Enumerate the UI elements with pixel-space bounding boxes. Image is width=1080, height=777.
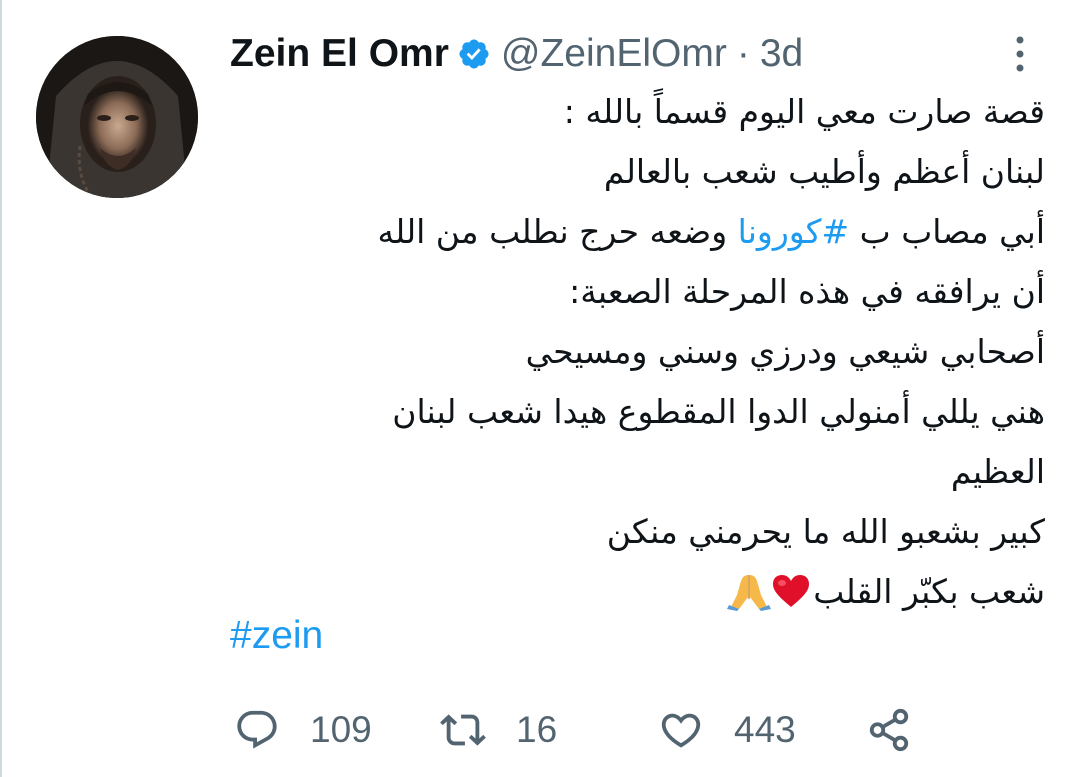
- tweet-line: قصة صارت معي اليوم قسماً بالله :: [563, 92, 1045, 131]
- avatar[interactable]: [36, 36, 198, 198]
- tweet-line: أبي مصاب ب #كورونا وضعه حرج نطلب من الله: [230, 202, 1045, 262]
- retweet-count: 16: [516, 709, 558, 750]
- retweet-button[interactable]: 16: [440, 700, 557, 760]
- like-button[interactable]: 443: [658, 700, 796, 760]
- retweet-icon: [440, 714, 486, 746]
- reply-icon: [237, 710, 277, 749]
- tweet-line-suffix: وضعه حرج نطلب من الله: [377, 212, 728, 251]
- avatar-photo: [36, 36, 198, 198]
- share-icon: [869, 708, 909, 752]
- left-border: [0, 0, 2, 777]
- tweet-line: لبنان أعظم وأطيب شعب بالعالم: [603, 152, 1045, 191]
- tweet-line: هني يللي أمنولي الدوا المقطوع هيدا شعب ل…: [392, 392, 1045, 431]
- user-handle[interactable]: @ZeinElOmr: [501, 32, 727, 76]
- hashtag-link[interactable]: #كورونا: [738, 212, 850, 251]
- like-count: 443: [734, 709, 796, 750]
- tweet-line: كبير بشعبو الله ما يحرمني منكن: [606, 512, 1045, 551]
- tweet-header: Zein El Omr @ZeinElOmr · 3d: [230, 30, 803, 78]
- reply-button[interactable]: 109: [234, 700, 372, 760]
- hashtag-zein-link[interactable]: #zein: [230, 614, 323, 658]
- more-options-icon[interactable]: [1005, 32, 1035, 76]
- share-button[interactable]: [866, 700, 912, 760]
- tweet-time[interactable]: 3d: [760, 32, 803, 76]
- tweet-line: العظيم: [950, 452, 1045, 491]
- display-name[interactable]: Zein El Omr: [230, 32, 449, 76]
- reply-count: 109: [310, 709, 372, 750]
- folded-hands-emoji-icon: [727, 575, 772, 611]
- tweet-line-text: شعب بكبّر القلب: [813, 572, 1045, 611]
- tweet-text: قصة صارت معي اليوم قسماً بالله : لبنان أ…: [230, 82, 1045, 622]
- heart-icon: [661, 713, 701, 748]
- tweet-line-prefix: أبي مصاب ب: [859, 212, 1045, 251]
- tweet-line: شعب بكبّر القلب: [230, 562, 1045, 622]
- separator-dot: ·: [736, 32, 750, 75]
- tweet-line: أصحابي شيعي ودرزي وسني ومسيحي: [525, 332, 1045, 371]
- tweet-line: أن يرافقه في هذه المرحلة الصعبة:: [569, 272, 1045, 311]
- red-heart-emoji-icon: [773, 575, 810, 607]
- verified-badge-icon: [459, 39, 489, 69]
- tweet-actions: 109 16 443: [230, 700, 930, 760]
